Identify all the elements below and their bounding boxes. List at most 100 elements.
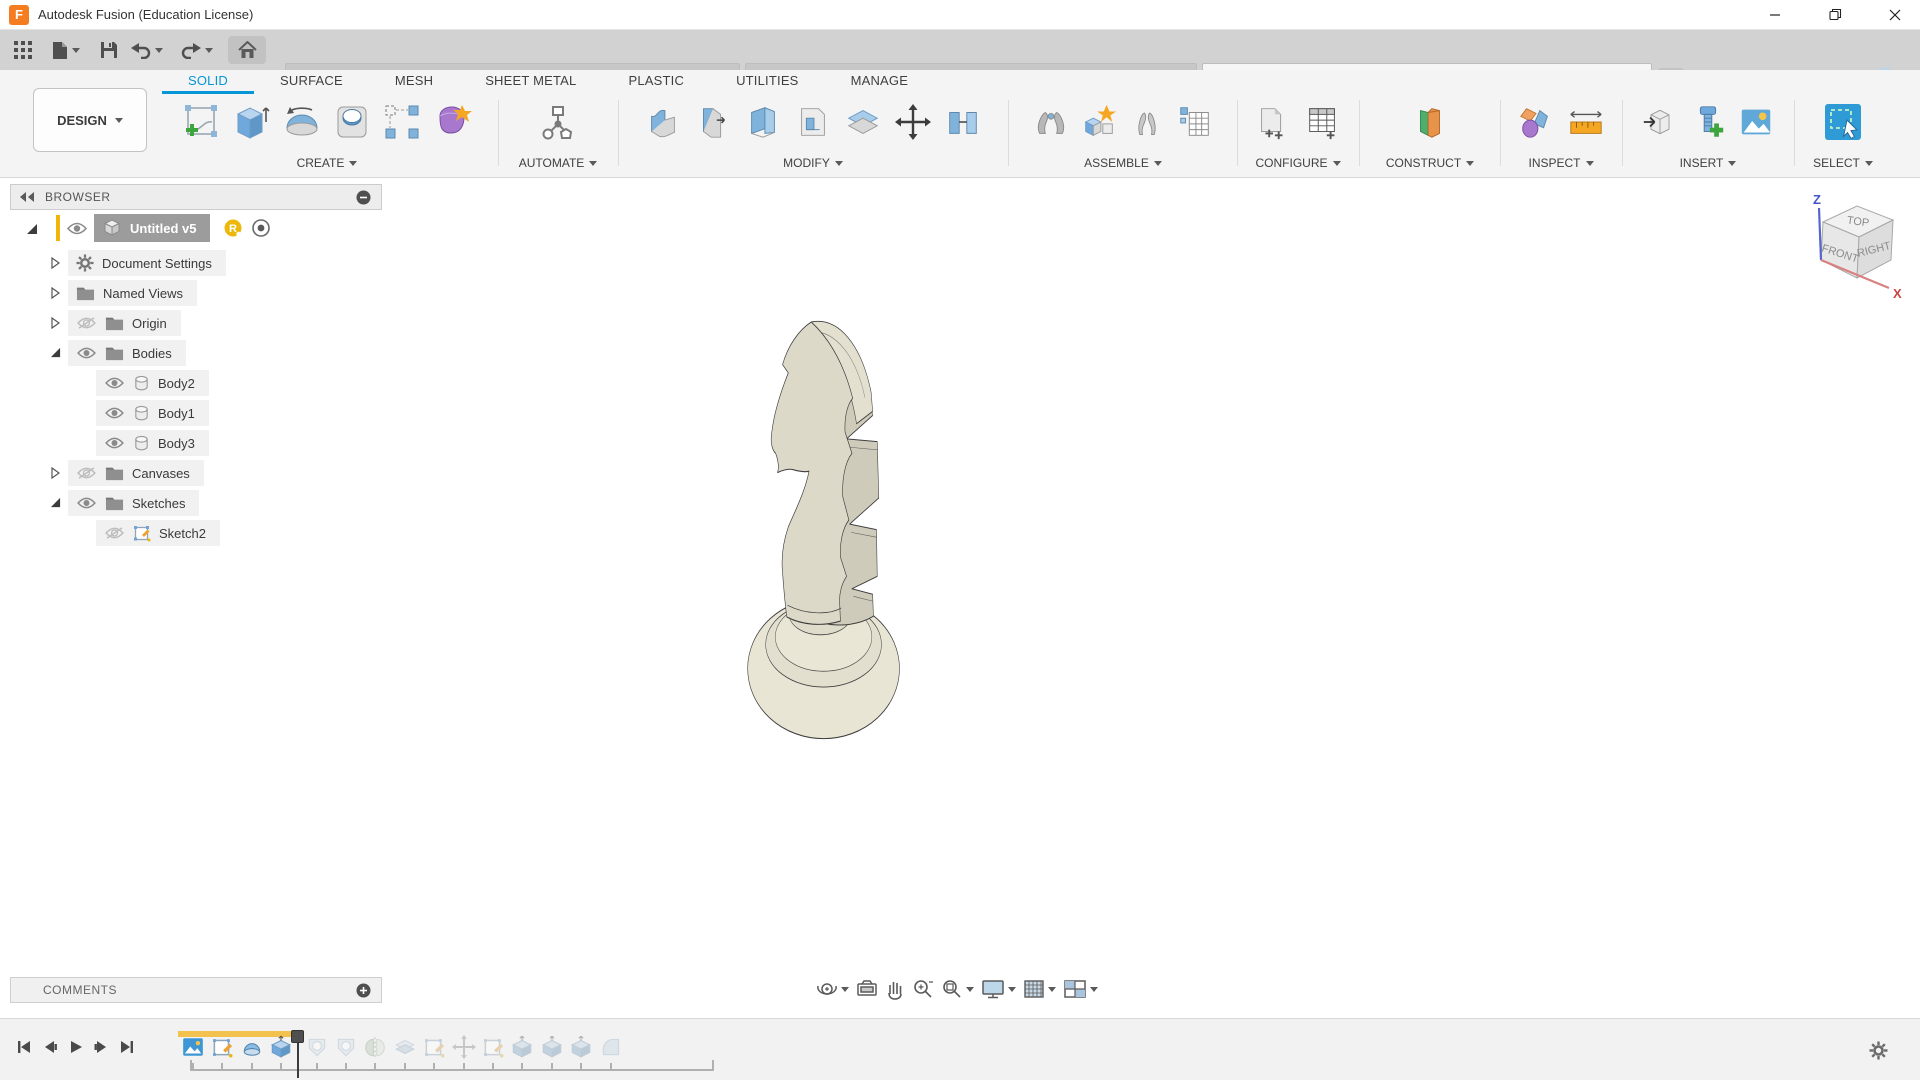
browser-tree-row[interactable]: Origin — [10, 308, 382, 338]
construction-plane-icon[interactable] — [1407, 98, 1453, 146]
tree-node-chip[interactable]: Sketches — [68, 490, 199, 516]
timeline-feature-extrude[interactable] — [569, 1035, 593, 1059]
group-inspect-label[interactable]: INSPECT — [1528, 156, 1593, 174]
display-settings-icon[interactable] — [981, 978, 1016, 1000]
timeline-feature-mirror[interactable] — [363, 1035, 387, 1059]
form-icon[interactable] — [429, 98, 475, 146]
ribbon-tab-plastic[interactable]: PLASTIC — [602, 70, 710, 94]
press-pull-icon[interactable] — [640, 98, 686, 146]
step-back-icon[interactable] — [43, 1039, 57, 1055]
browser-tree-row[interactable]: Bodies — [10, 338, 382, 368]
bom-table-icon[interactable] — [1172, 98, 1218, 146]
browser-tree-row[interactable]: Named Views — [10, 278, 382, 308]
expander-icon[interactable] — [50, 347, 61, 358]
group-construct-label[interactable]: CONSTRUCT — [1386, 156, 1474, 174]
timeline-feature-extrude[interactable] — [540, 1035, 564, 1059]
ribbon-tab-surface[interactable]: SURFACE — [254, 70, 369, 94]
visibility-eye-icon[interactable] — [76, 496, 97, 510]
timeline-feature-fillet[interactable] — [599, 1035, 623, 1059]
visibility-eye-icon[interactable] — [76, 466, 97, 480]
look-at-icon[interactable] — [856, 979, 878, 999]
knight-chess-piece-model[interactable] — [740, 300, 1200, 960]
timeline-feature-sketch[interactable] — [481, 1035, 505, 1059]
orbit-dropdown-caret[interactable] — [841, 987, 849, 992]
visibility-eye-icon[interactable] — [66, 221, 88, 236]
timeline-feature-extrude[interactable] — [510, 1035, 534, 1059]
visibility-eye-icon[interactable] — [104, 376, 125, 390]
configuration-table-icon[interactable] — [1300, 98, 1346, 146]
ribbon-tab-solid[interactable]: SOLID — [162, 70, 254, 94]
new-component-icon[interactable] — [1076, 98, 1122, 146]
plus-circle-icon[interactable] — [356, 983, 371, 998]
ground-target-icon[interactable] — [252, 219, 270, 237]
redo-icon[interactable] — [178, 36, 216, 64]
browser-tree-row[interactable]: Body1 — [10, 398, 382, 428]
browser-header[interactable]: BROWSER — [10, 184, 382, 210]
ribbon-tab-mesh[interactable]: MESH — [369, 70, 459, 94]
pattern-icon[interactable] — [379, 98, 425, 146]
draft-icon[interactable] — [790, 98, 836, 146]
browser-tree-row[interactable]: Sketches — [10, 488, 382, 518]
minus-circle-icon[interactable] — [356, 190, 371, 205]
expander-icon[interactable] — [50, 287, 60, 299]
insert-canvas-icon[interactable] — [1733, 98, 1779, 146]
browser-tree-row[interactable]: Sketch2 — [10, 518, 382, 548]
browser-tree-row[interactable]: Body3 — [10, 428, 382, 458]
tree-node-chip[interactable]: Sketch2 — [96, 520, 220, 546]
timeline-feature-hole[interactable] — [305, 1035, 329, 1059]
tree-node-chip[interactable]: Bodies — [68, 340, 186, 366]
configuration-icon[interactable] — [1250, 98, 1296, 146]
expander-icon[interactable] — [50, 467, 60, 479]
orbit-icon[interactable] — [816, 978, 849, 1000]
expander-icon[interactable] — [50, 497, 61, 508]
tree-node-chip[interactable]: Body1 — [96, 400, 209, 426]
revolve-icon[interactable] — [279, 98, 325, 146]
undo-icon[interactable] — [128, 36, 166, 64]
expander-icon[interactable] — [50, 257, 60, 269]
group-insert-label[interactable]: INSERT — [1680, 156, 1737, 174]
home-icon[interactable] — [228, 36, 266, 64]
tree-node-chip[interactable]: Document Settings — [68, 250, 226, 276]
tree-node-chip[interactable]: Named Views — [68, 280, 197, 306]
browser-root-row[interactable]: Untitled v5 R — [10, 212, 382, 244]
ribbon-tab-sheet-metal[interactable]: SHEET METAL — [459, 70, 602, 94]
restore-button[interactable] — [1812, 0, 1858, 29]
timeline-playhead-handle[interactable] — [291, 1030, 304, 1043]
expander-expanded-icon[interactable] — [26, 223, 38, 235]
display-settings-dropdown-caret[interactable] — [1008, 987, 1016, 992]
browser-tree-row[interactable]: Document Settings — [10, 248, 382, 278]
grid-dropdown-caret[interactable] — [1048, 987, 1056, 992]
timeline-feature-hole[interactable] — [334, 1035, 358, 1059]
timeline-settings-gear-icon[interactable] — [1869, 1041, 1888, 1060]
group-automate-label[interactable]: AUTOMATE — [519, 156, 598, 174]
group-assemble-label[interactable]: ASSEMBLE — [1084, 156, 1162, 174]
comments-bar[interactable]: COMMENTS — [10, 977, 382, 1003]
timeline-feature-extrude[interactable] — [269, 1035, 293, 1059]
browser-tree-row[interactable]: Body2 — [10, 368, 382, 398]
visibility-eye-icon[interactable] — [76, 316, 97, 330]
timeline-feature-canvas[interactable] — [181, 1035, 205, 1059]
grid-and-snaps-icon[interactable] — [1023, 978, 1056, 1000]
tree-node-chip[interactable]: Origin — [68, 310, 181, 336]
extrude-icon[interactable] — [229, 98, 275, 146]
group-create-label[interactable]: CREATE — [297, 156, 358, 174]
group-configure-label[interactable]: CONFIGURE — [1256, 156, 1341, 174]
move-icon[interactable] — [890, 98, 936, 146]
tree-node-chip[interactable]: Body2 — [96, 370, 209, 396]
tree-node-chip[interactable]: Canvases — [68, 460, 204, 486]
shell-icon[interactable] — [740, 98, 786, 146]
expander-icon[interactable] — [50, 317, 60, 329]
ribbon-tab-manage[interactable]: MANAGE — [825, 70, 935, 94]
group-select-label[interactable]: SELECT — [1813, 156, 1873, 174]
joint-icon[interactable] — [1028, 98, 1074, 146]
visibility-eye-icon[interactable] — [104, 406, 125, 420]
viewports-dropdown-caret[interactable] — [1090, 987, 1098, 992]
timeline-feature-revolve[interactable] — [240, 1035, 264, 1059]
collapse-panel-icon[interactable] — [19, 191, 35, 203]
file-dropdown-caret[interactable] — [72, 48, 80, 53]
section-analysis-icon[interactable] — [1513, 98, 1559, 146]
close-button[interactable] — [1872, 0, 1918, 29]
timeline-feature-split[interactable] — [393, 1035, 417, 1059]
create-sketch-icon[interactable] — [179, 98, 225, 146]
viewports-icon[interactable] — [1063, 978, 1098, 1000]
